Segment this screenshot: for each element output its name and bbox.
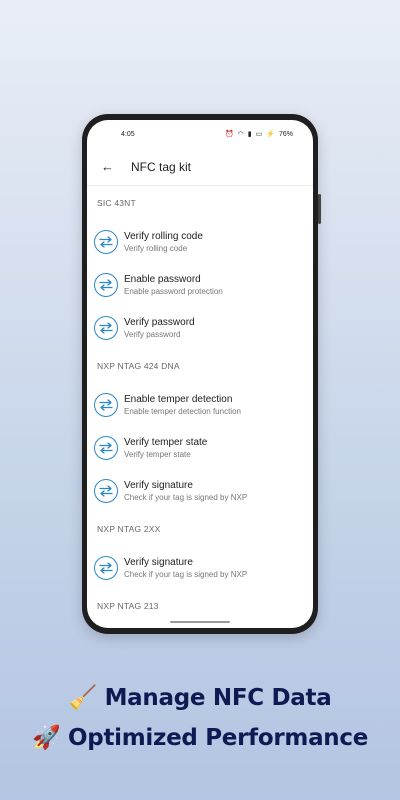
- caption-line-2: 🚀 Optimized Performance: [0, 724, 400, 751]
- list-item[interactable]: Verify temper state Verify temper state: [87, 426, 313, 469]
- charging-icon: ⚡: [266, 130, 275, 138]
- swap-arrows-icon: [94, 315, 118, 340]
- item-text: Verify rolling code Verify rolling code: [124, 230, 203, 254]
- phone-frame: 4:05 ⏰ ◠ ▮ ▭ ⚡ 76% ← NFC tag kit SIC 43N…: [82, 114, 321, 634]
- item-title: Verify temper state: [124, 436, 208, 448]
- swap-arrows-icon: [94, 555, 118, 580]
- item-subtitle: Verify rolling code: [124, 243, 188, 253]
- section-header: SIC 43NT: [97, 198, 136, 208]
- swap-arrows-icon: [94, 435, 118, 460]
- phone-screen: 4:05 ⏰ ◠ ▮ ▭ ⚡ 76% ← NFC tag kit SIC 43N…: [87, 120, 313, 628]
- item-subtitle: Enable password protection: [124, 286, 223, 296]
- list-item[interactable]: Enable password: [87, 623, 313, 628]
- phone-side-button: [318, 194, 321, 224]
- section-header: NXP NTAG 424 DNA: [97, 361, 180, 371]
- item-text: Enable password Enable password protecti…: [124, 273, 223, 297]
- item-title: Verify password: [124, 316, 195, 328]
- caption-line-1: 🧹 Manage NFC Data: [0, 684, 400, 711]
- item-subtitle: Verify password: [124, 329, 181, 339]
- item-title: Verify rolling code: [124, 230, 203, 242]
- item-subtitle: Check if your tag is signed by NXP: [124, 492, 248, 502]
- item-title: Verify signature: [124, 479, 193, 491]
- list-item[interactable]: Verify rolling code Verify rolling code: [87, 220, 313, 263]
- swap-arrows-icon: [94, 272, 118, 297]
- caption-text-1: Manage NFC Data: [104, 685, 332, 711]
- section-header: NXP NTAG 213: [97, 601, 159, 611]
- item-subtitle: Check if your tag is signed by NXP: [124, 569, 248, 579]
- item-subtitle: Verify temper state: [124, 449, 191, 459]
- item-title: Verify signature: [124, 556, 193, 568]
- battery-percent: 76%: [278, 130, 293, 138]
- rocket-icon: 🚀: [31, 725, 61, 751]
- list-item[interactable]: Verify password Verify password: [87, 306, 313, 349]
- battery-icon: ▭: [255, 130, 263, 138]
- section-header: NXP NTAG 2XX: [97, 524, 161, 534]
- list-item[interactable]: Enable temper detection Enable temper de…: [87, 383, 313, 426]
- item-text: Enable temper detection Enable temper de…: [124, 393, 241, 417]
- status-bar: 4:05 ⏰ ◠ ▮ ▭ ⚡ 76%: [87, 120, 313, 148]
- swap-arrows-icon: [94, 392, 118, 417]
- list-item[interactable]: Verify signature Check if your tag is si…: [87, 469, 313, 512]
- caption-text-2: Optimized Performance: [68, 725, 368, 751]
- status-time: 4:05: [121, 130, 135, 138]
- alarm-icon: ⏰: [224, 130, 234, 138]
- item-text: Verify signature Check if your tag is si…: [124, 479, 247, 503]
- signal-icon: ▮: [247, 130, 252, 138]
- item-subtitle: Enable temper detection function: [124, 406, 241, 416]
- list-item[interactable]: Verify signature Check if your tag is si…: [87, 546, 313, 589]
- list-item[interactable]: Enable password Enable password protecti…: [87, 263, 313, 306]
- app-title: NFC tag kit: [131, 159, 192, 174]
- arrow-left-icon[interactable]: ←: [101, 159, 123, 174]
- feature-list: SIC 43NT Verify rolling code Verify roll…: [87, 186, 313, 628]
- wifi-icon: ◠: [237, 130, 244, 138]
- item-text: Verify signature Check if your tag is si…: [124, 556, 247, 580]
- broom-icon: 🧹: [68, 685, 98, 711]
- navigation-handle[interactable]: [170, 621, 230, 623]
- swap-arrows-icon: [94, 229, 118, 254]
- swap-arrows-icon: [94, 478, 118, 503]
- app-bar: ← NFC tag kit: [87, 148, 313, 186]
- item-text: Verify password Verify password: [124, 316, 195, 340]
- item-text: Verify temper state Verify temper state: [124, 436, 207, 460]
- status-icons: ⏰ ◠ ▮ ▭ ⚡ 76%: [225, 131, 293, 138]
- item-title: Enable password: [124, 273, 201, 285]
- item-title: Enable temper detection: [124, 393, 233, 405]
